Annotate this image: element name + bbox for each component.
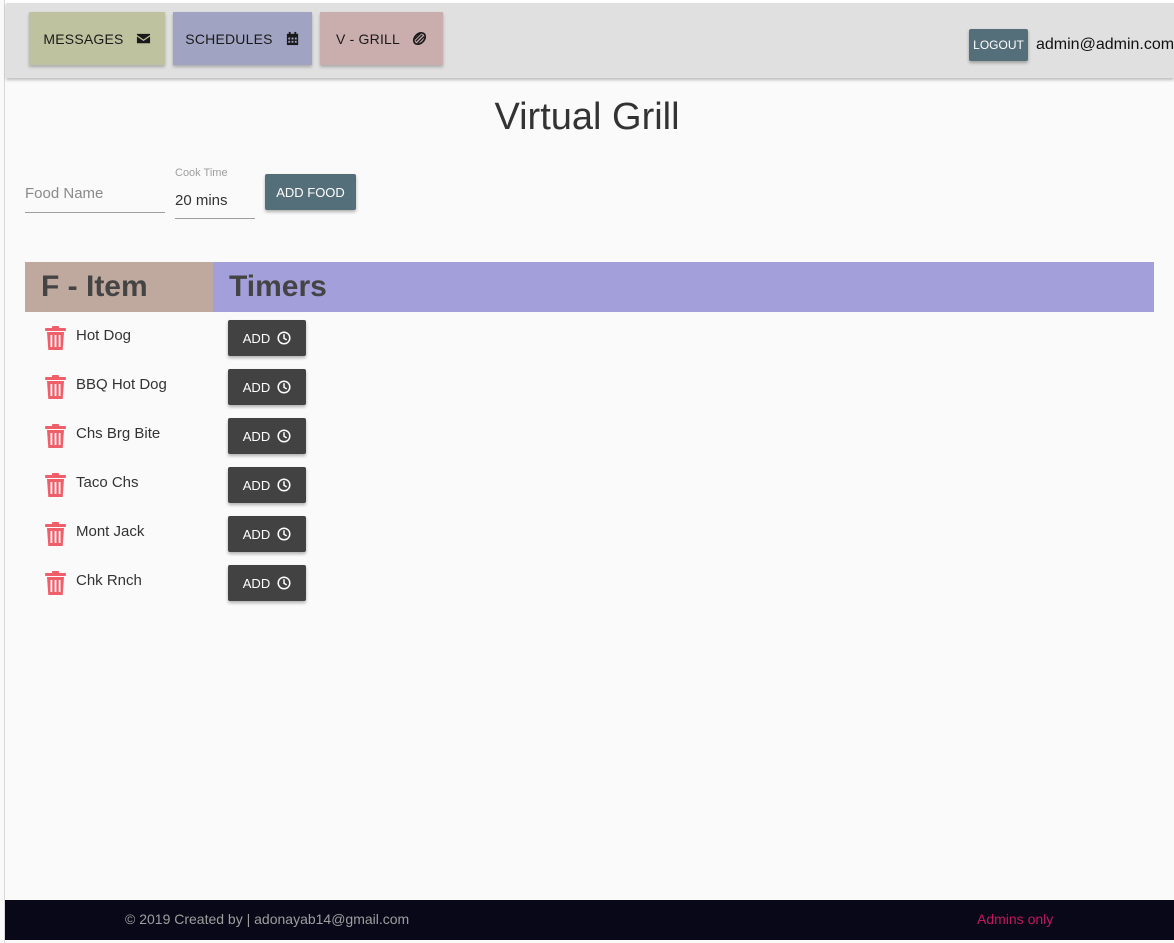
add-timer-label: ADD [242, 428, 271, 444]
add-timer-label: ADD [242, 526, 271, 542]
table-row: Mont Jack ADD [25, 516, 425, 556]
admins-only-link[interactable]: Admins only [977, 911, 1053, 927]
schedules-button[interactable]: SCHEDULES [173, 12, 312, 65]
clock-icon [277, 380, 291, 394]
add-timer-button[interactable]: ADD [228, 369, 306, 405]
clock-icon [277, 478, 291, 492]
add-timer-label: ADD [242, 379, 271, 395]
table-row: Chs Brg Bite ADD [25, 418, 425, 458]
table-header: F - Item Timers [25, 262, 1154, 312]
food-name: Taco Chs [76, 474, 139, 491]
table-row: Taco Chs ADD [25, 467, 425, 507]
add-timer-button[interactable]: ADD [228, 467, 306, 503]
envelope-icon [136, 33, 150, 44]
footer: © 2019 Created by | adonayab14@gmail.com… [5, 900, 1174, 940]
user-email: admin@admin.com [1036, 36, 1174, 53]
logout-button[interactable]: LOGOUT [969, 29, 1028, 61]
trash-icon[interactable] [45, 375, 66, 400]
cook-time-label: Cook Time [175, 167, 228, 179]
add-timer-button[interactable]: ADD [228, 320, 306, 356]
cook-time-input[interactable] [175, 182, 255, 219]
trash-icon[interactable] [45, 326, 66, 351]
page-title: Virtual Grill [494, 96, 680, 138]
food-name: Hot Dog [76, 327, 132, 344]
food-name-input[interactable] [25, 175, 165, 213]
top-navbar: MESSAGES SCHEDULES V - GRILL LOGOUT admi… [6, 3, 1174, 78]
add-food-button[interactable]: ADD FOOD [265, 174, 356, 210]
food-name: Mont Jack [76, 523, 145, 540]
messages-label: MESSAGES [43, 30, 124, 47]
table-row: BBQ Hot Dog ADD [25, 369, 425, 409]
table-row: Chk Rnch ADD [25, 565, 425, 605]
food-name: BBQ Hot Dog [76, 376, 167, 393]
trash-icon[interactable] [45, 571, 66, 596]
clock-icon [277, 429, 291, 443]
footer-copyright: © 2019 Created by | adonayab14@gmail.com [125, 911, 410, 927]
clock-icon [277, 576, 291, 590]
schedules-label: SCHEDULES [185, 30, 273, 47]
grill-icon [412, 31, 427, 46]
trash-icon[interactable] [45, 424, 66, 449]
add-timer-label: ADD [242, 330, 271, 346]
vgrill-label: V - GRILL [335, 30, 401, 47]
food-name: Chk Rnch [76, 572, 142, 589]
add-timer-button[interactable]: ADD [228, 565, 306, 601]
messages-button[interactable]: MESSAGES [29, 12, 165, 65]
add-timer-label: ADD [242, 575, 271, 591]
vgrill-button[interactable]: V - GRILL [320, 12, 443, 65]
table-row: Hot Dog ADD [25, 320, 425, 360]
item-column-header: F - Item [25, 262, 213, 312]
food-name: Chs Brg Bite [76, 425, 161, 442]
add-timer-label: ADD [242, 477, 271, 493]
trash-icon[interactable] [45, 473, 66, 498]
timers-column-header: Timers [213, 262, 1154, 312]
clock-icon [277, 331, 291, 345]
add-timer-button[interactable]: ADD [228, 418, 306, 454]
clock-icon [277, 527, 291, 541]
trash-icon[interactable] [45, 522, 66, 547]
window-left-edge [0, 0, 5, 943]
add-timer-button[interactable]: ADD [228, 516, 306, 552]
calendar-icon [286, 31, 298, 46]
